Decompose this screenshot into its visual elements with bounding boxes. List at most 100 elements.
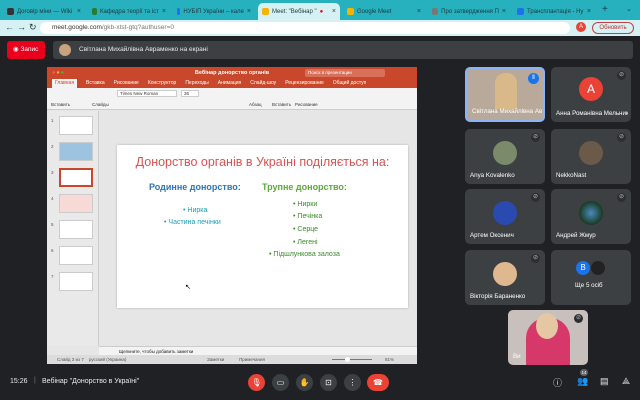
mic-off-button[interactable]: 🎙 bbox=[248, 374, 265, 391]
ppt-ribbon: Вставить Слайды Times New Roman 36 Абзац… bbox=[47, 88, 417, 110]
chat-icon[interactable]: ▤ bbox=[600, 376, 609, 387]
browser-tab[interactable]: Договір міни — Wiki × bbox=[3, 3, 85, 20]
participant-tile[interactable]: ⦀ Світлана Михайлівна Авраменко bbox=[465, 67, 545, 122]
ribbon-tab[interactable]: Переходы bbox=[185, 79, 208, 88]
close-icon[interactable]: × bbox=[332, 8, 336, 15]
calendar-icon bbox=[177, 8, 181, 15]
participant-tile[interactable]: ⊘ A Анна Романівна Мельник bbox=[551, 67, 631, 122]
self-view-tile[interactable]: ⊘ Ви bbox=[508, 310, 588, 365]
slide-thumbnail[interactable] bbox=[59, 194, 93, 213]
site-icon bbox=[92, 8, 97, 15]
mic-off-icon: ⊘ bbox=[617, 193, 626, 202]
camera-button[interactable]: ▭ bbox=[272, 374, 289, 391]
notes-input[interactable]: Щелкните, чтобы добавить заметки bbox=[99, 346, 417, 355]
slide-title: Донорство органів в Україні поділяється … bbox=[135, 155, 390, 169]
tab-list-chevron-icon[interactable]: ⌄ bbox=[626, 5, 632, 13]
participant-avatar: A bbox=[579, 77, 603, 101]
close-icon[interactable]: × bbox=[247, 8, 251, 15]
participant-avatar bbox=[579, 141, 603, 165]
back-icon[interactable]: ← bbox=[5, 22, 14, 32]
zoom-level: 81% bbox=[385, 357, 395, 362]
close-icon[interactable]: × bbox=[162, 8, 166, 15]
more-options-button[interactable]: ⋮ bbox=[344, 374, 361, 391]
presenter-avatar bbox=[59, 44, 71, 56]
ribbon-tab[interactable]: Слайд-шоу bbox=[250, 79, 276, 88]
slide-thumbnail[interactable] bbox=[59, 246, 93, 265]
browser-tab-bar: Договір міни — Wiki × Кафедра теорії та і… bbox=[0, 0, 640, 20]
slide-thumbnail[interactable] bbox=[59, 220, 93, 239]
participant-video bbox=[495, 73, 517, 109]
participant-avatar bbox=[493, 201, 517, 225]
ppt-search-input[interactable]: Поиск в презентации bbox=[305, 69, 385, 77]
drawing-button[interactable]: Рисование bbox=[295, 102, 318, 107]
participants-count-badge: 14 bbox=[580, 369, 588, 376]
more-participants-tile[interactable]: B Ще 5 осіб bbox=[551, 250, 631, 305]
close-icon[interactable]: × bbox=[77, 8, 81, 15]
font-size-select[interactable]: 36 bbox=[181, 90, 199, 97]
slide-thumbnail[interactable] bbox=[59, 272, 93, 291]
window-controls[interactable]: ●●● bbox=[52, 67, 65, 79]
raise-hand-button[interactable]: ✋ bbox=[296, 374, 313, 391]
meet-icon bbox=[347, 8, 354, 15]
browser-tab-active[interactable]: Meet: "Вебінар " ● × bbox=[258, 3, 340, 20]
ribbon-tab[interactable]: Анимация bbox=[218, 79, 241, 88]
new-tab-button[interactable]: + bbox=[602, 4, 608, 15]
meeting-time: 15:26 bbox=[10, 378, 28, 385]
browser-tab[interactable]: Кафедра теорії та іст × bbox=[88, 3, 170, 20]
ppt-status-bar: Слайд 3 из 7 русский (Украина) Заметки П… bbox=[47, 355, 417, 364]
browser-tab[interactable]: Google Meet × bbox=[343, 3, 425, 20]
slide-thumbnail[interactable] bbox=[59, 116, 93, 135]
site-icon bbox=[432, 8, 439, 15]
participant-tile[interactable]: ⊘ Anya Kovalenko bbox=[465, 129, 545, 184]
presenting-banner: Світлана Михайлівна Авраменко на екрані bbox=[53, 41, 633, 59]
list-item: • Нирки bbox=[293, 201, 318, 208]
participant-avatar bbox=[493, 141, 517, 165]
ribbon-tab[interactable]: Вставка bbox=[86, 79, 105, 88]
list-item: • Нирка bbox=[183, 207, 208, 214]
activities-icon[interactable]: ⟁ bbox=[622, 376, 630, 387]
comments-button[interactable]: Примечания bbox=[239, 355, 265, 364]
ribbon-tab[interactable]: Рецензирование bbox=[285, 79, 324, 88]
close-icon[interactable]: × bbox=[587, 8, 591, 15]
close-icon[interactable]: × bbox=[417, 8, 421, 15]
font-select[interactable]: Times New Roman bbox=[117, 90, 177, 97]
people-icon[interactable]: 👥 bbox=[577, 376, 588, 387]
ribbon-tab[interactable]: Конструктор bbox=[148, 79, 177, 88]
insert-button[interactable]: Вставить bbox=[272, 102, 291, 107]
speaking-icon: ⦀ bbox=[528, 73, 539, 84]
url-input[interactable]: meet.google.com/gkb-xtst-gtq?authuser=0 bbox=[40, 22, 570, 34]
browser-tab[interactable]: Про затвердження П × bbox=[428, 3, 510, 20]
mic-off-icon: ⊘ bbox=[617, 71, 626, 80]
participant-tile[interactable]: ⊘ Вікторія Бараненко bbox=[465, 250, 545, 305]
info-icon[interactable]: ⓘ bbox=[553, 376, 562, 389]
forward-icon[interactable]: → bbox=[17, 22, 26, 32]
close-icon[interactable]: × bbox=[502, 8, 506, 15]
slides-button[interactable]: Слайды bbox=[92, 102, 109, 107]
notes-button[interactable]: Заметки bbox=[207, 355, 224, 364]
meeting-title: Вебінар "Донорство в Україні" bbox=[42, 378, 140, 385]
share-button[interactable]: Общий доступ bbox=[333, 79, 367, 88]
list-item: • Серце bbox=[293, 226, 319, 233]
zoom-slider[interactable] bbox=[332, 359, 372, 360]
ppt-ribbon-tabs: Главная Вставка Рисование Конструктор Пе… bbox=[47, 79, 417, 88]
slide-thumbnail-selected[interactable] bbox=[59, 168, 93, 187]
ribbon-tab-home[interactable]: Главная bbox=[52, 79, 78, 88]
paragraph-button[interactable]: Абзац bbox=[249, 102, 262, 107]
leave-call-button[interactable]: ☎ bbox=[367, 374, 389, 391]
left-heading: Родинне донорство: bbox=[149, 182, 241, 192]
participant-tile[interactable]: ⊘ Артем Оксенич bbox=[465, 189, 545, 244]
profile-avatar[interactable]: A bbox=[576, 22, 586, 32]
zoom-slider-thumb[interactable] bbox=[345, 357, 350, 362]
slide-thumbnail[interactable] bbox=[59, 142, 93, 161]
paste-button[interactable]: Вставить bbox=[51, 102, 70, 107]
participant-tile[interactable]: ⊘ NekkoNast bbox=[551, 129, 631, 184]
participant-tile[interactable]: ⊘ Андрей Жмур bbox=[551, 189, 631, 244]
browser-tab[interactable]: НУБІП України – кале × bbox=[173, 3, 255, 20]
update-button[interactable]: Обновить bbox=[592, 22, 634, 34]
browser-tab[interactable]: Трансплантація - Ну × bbox=[513, 3, 595, 20]
reload-icon[interactable]: ↻ bbox=[29, 22, 37, 33]
recording-indicator[interactable]: ◉ Запис bbox=[7, 41, 45, 59]
slide-canvas[interactable]: Донорство органів в Україні поділяється … bbox=[117, 145, 408, 308]
present-button[interactable]: ⊡ bbox=[320, 374, 337, 391]
ribbon-tab[interactable]: Рисование bbox=[114, 79, 139, 88]
